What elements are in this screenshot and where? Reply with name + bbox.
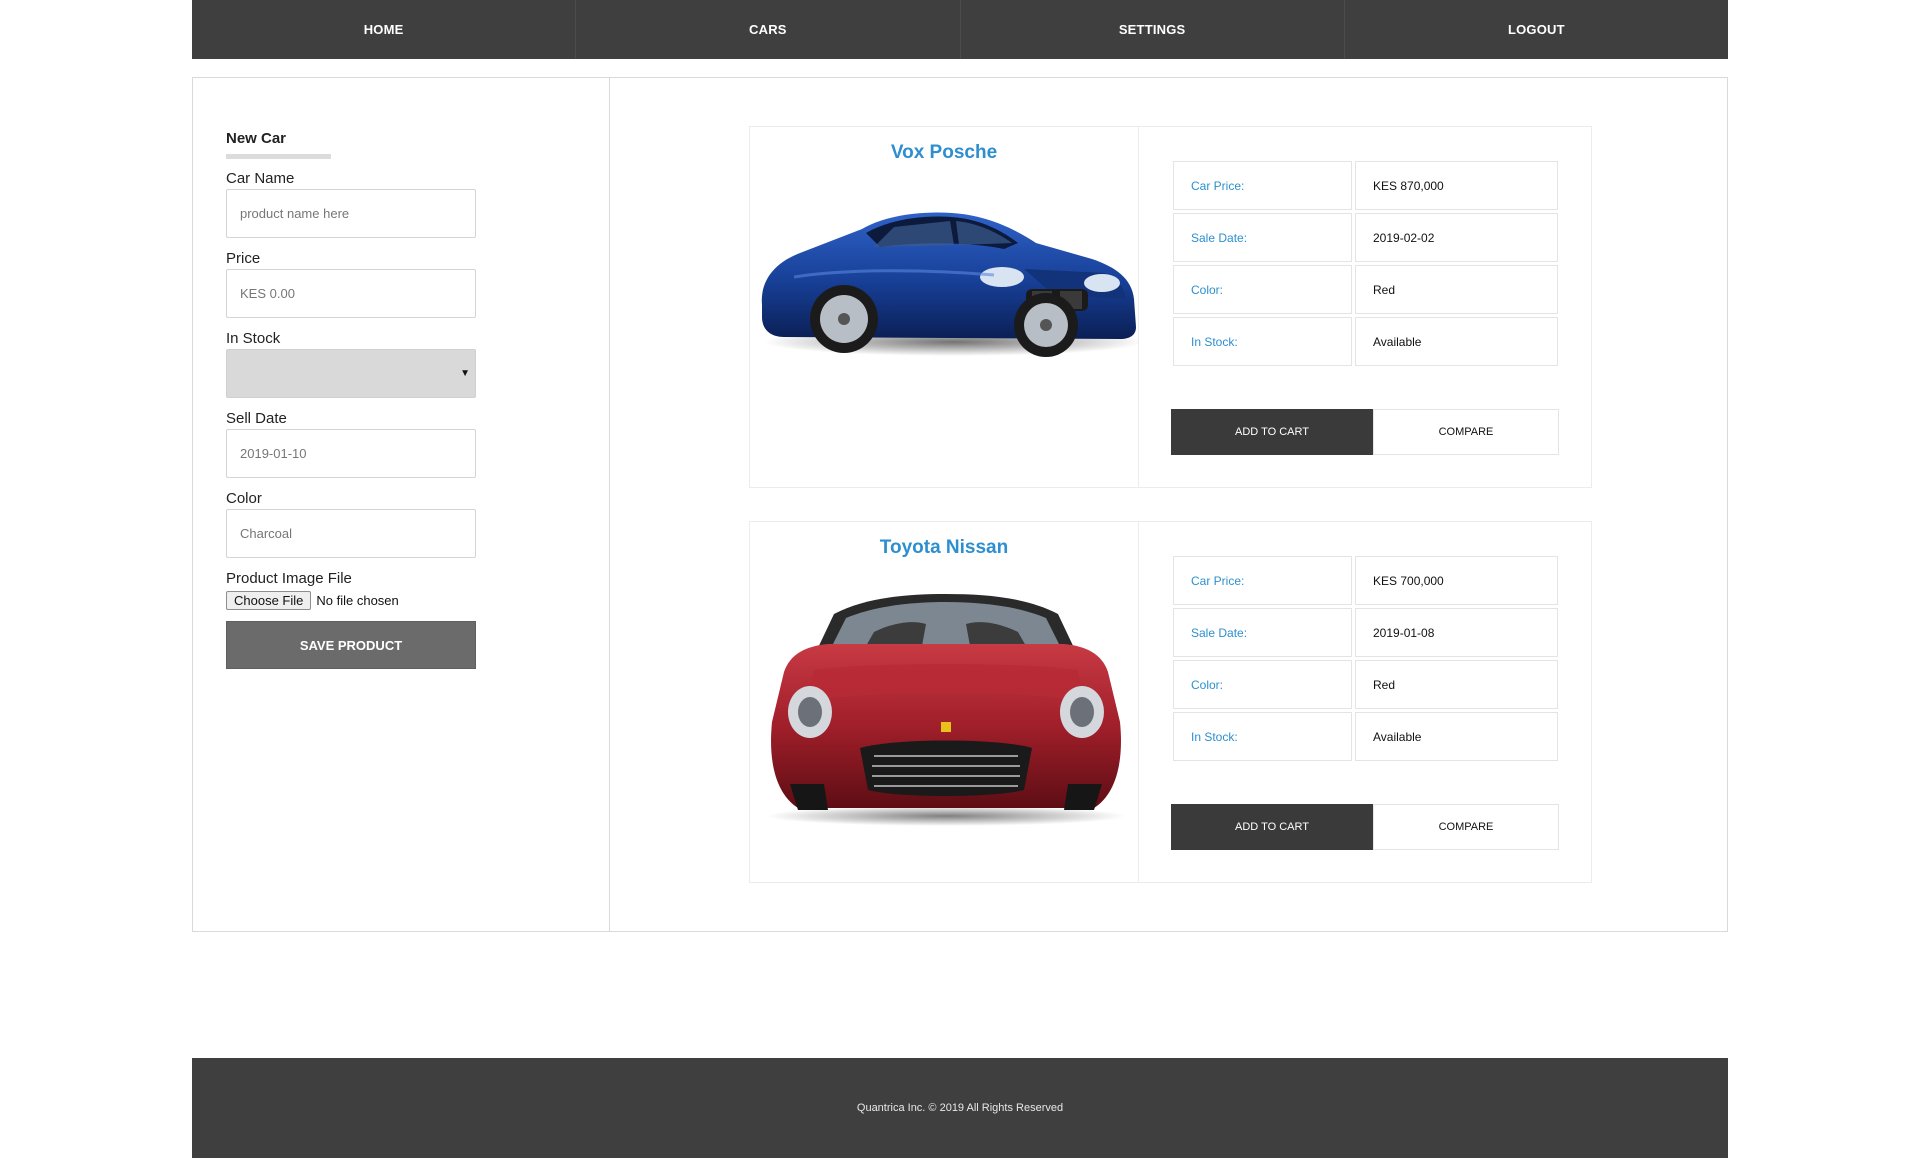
spec-row: Color: Red [1173,265,1558,314]
product-name: Toyota Nissan [879,537,1009,558]
product-card-details: Car Price: KES 700,000 Sale Date: 2019-0… [1139,522,1591,882]
spec-row: Sale Date: 2019-01-08 [1173,608,1558,657]
spec-label: Sale Date: [1173,608,1352,657]
product-actions: ADD TO CART COMPARE [1171,804,1559,850]
spec-value: 2019-01-08 [1355,608,1558,657]
spec-value: Available [1355,317,1558,366]
in-stock-select[interactable]: ▼ [226,349,476,398]
color-label: Color [226,490,262,507]
top-nav: HOME CARS SETTINGS LOGOUT [192,0,1728,59]
form-title: New Car [226,130,287,147]
footer-copyright: Quantrica Inc. © 2019 All Rights Reserve… [856,1102,1064,1114]
add-to-cart-button[interactable]: ADD TO CART [1171,804,1373,850]
nav-item-settings[interactable]: SETTINGS [961,0,1345,59]
spec-value: Available [1355,712,1558,761]
spec-label: Color: [1173,660,1352,709]
price-label: Price [226,250,261,267]
products-panel: Vox Posche Car Price: KES 870,000 Sale D… [610,78,1727,931]
file-picker: Choose File No file chosen [226,589,609,611]
spec-table: Car Price: KES 700,000 Sale Date: 2019-0… [1173,556,1558,764]
image-file-label: Product Image File [226,570,352,587]
nav-item-cars[interactable]: CARS [576,0,961,59]
color-input[interactable] [226,509,476,558]
spec-value: Red [1355,265,1558,314]
footer: Quantrica Inc. © 2019 All Rights Reserve… [192,1058,1728,1158]
form-title-underline [226,154,331,159]
product-card: Toyota Nissan Car Price: KES 700,000 Sal… [749,521,1592,883]
save-product-button[interactable]: SAVE PRODUCT [226,621,476,669]
add-to-cart-button[interactable]: ADD TO CART [1171,409,1373,455]
product-card: Vox Posche Car Price: KES 870,000 Sale D… [749,126,1592,488]
spec-row: Car Price: KES 700,000 [1173,556,1558,605]
nav-item-home[interactable]: HOME [192,0,577,59]
product-actions: ADD TO CART COMPARE [1171,409,1559,455]
spec-label: In Stock: [1173,712,1352,761]
spec-value: KES 870,000 [1355,161,1558,210]
spec-row: Car Price: KES 870,000 [1173,161,1558,210]
in-stock-label: In Stock [226,330,281,347]
main-content: New Car Car Name Price In Stock ▼ Sell D… [192,77,1728,932]
product-card-media: Toyota Nissan [750,522,1139,882]
product-name: Vox Posche [890,142,998,163]
blue-coupe-car-image [761,212,1139,357]
spec-label: Car Price: [1173,161,1352,210]
price-input[interactable] [226,269,476,318]
spec-row: Sale Date: 2019-02-02 [1173,213,1558,262]
spec-row: Color: Red [1173,660,1558,709]
chevron-down-icon: ▼ [460,368,470,379]
new-car-form: New Car Car Name Price In Stock ▼ Sell D… [193,78,610,931]
choose-file-button[interactable]: Choose File [226,590,312,610]
spec-value: KES 700,000 [1355,556,1558,605]
file-status: No file chosen [316,592,399,608]
sell-date-input[interactable] [226,429,476,478]
car-name-label: Car Name [226,170,295,187]
product-card-media: Vox Posche [750,127,1139,487]
product-card-details: Car Price: KES 870,000 Sale Date: 2019-0… [1139,127,1591,487]
nav-item-logout[interactable]: LOGOUT [1345,0,1728,59]
compare-button[interactable]: COMPARE [1373,804,1559,850]
car-name-input[interactable] [226,189,476,238]
sell-date-label: Sell Date [226,410,287,427]
spec-row: In Stock: Available [1173,712,1558,761]
compare-button[interactable]: COMPARE [1373,409,1559,455]
spec-label: Sale Date: [1173,213,1352,262]
spec-row: In Stock: Available [1173,317,1558,366]
spec-label: Color: [1173,265,1352,314]
spec-label: Car Price: [1173,556,1352,605]
spec-value: 2019-02-02 [1355,213,1558,262]
red-convertible-car-image [766,594,1126,826]
spec-label: In Stock: [1173,317,1352,366]
spec-table: Car Price: KES 870,000 Sale Date: 2019-0… [1173,161,1558,369]
spec-value: Red [1355,660,1558,709]
